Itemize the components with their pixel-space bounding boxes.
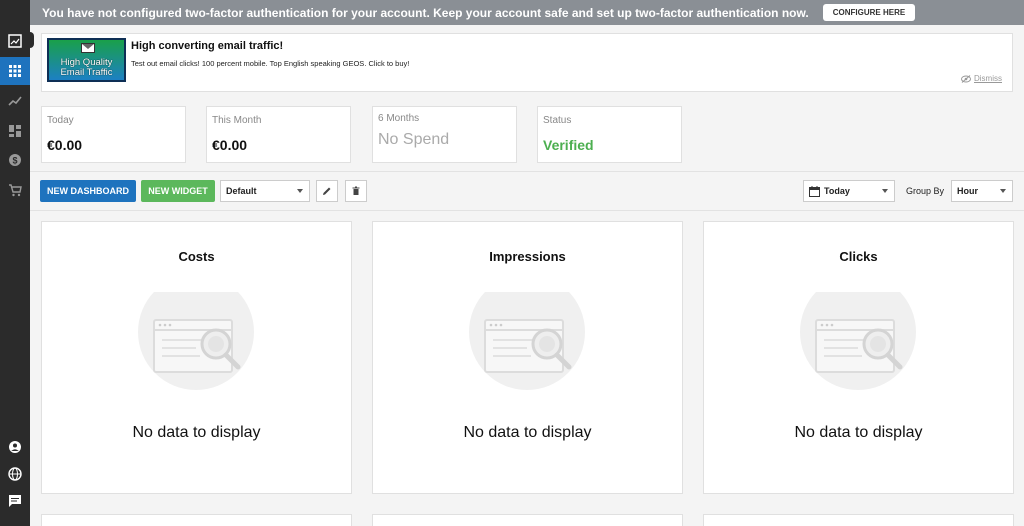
new-widget-button[interactable]: NEW WIDGET: [141, 180, 215, 202]
stat-card-status: Status Verified: [537, 106, 682, 163]
ad-banner[interactable]: High Quality Email Traffic High converti…: [41, 33, 1013, 92]
globe-icon: [8, 467, 22, 481]
dashboard-icon: [9, 125, 21, 137]
date-range-value: Today: [824, 186, 850, 196]
status-verified-value: Verified: [543, 137, 594, 153]
sidebar-item-dashboard[interactable]: [0, 57, 30, 85]
no-data-illustration-icon: [800, 292, 916, 390]
sidebar-item-account[interactable]: [0, 433, 30, 461]
pencil-icon: [323, 187, 331, 195]
account-icon: [9, 441, 21, 453]
widget-empty-text: No data to display: [794, 424, 923, 441]
edit-dashboard-button[interactable]: [316, 180, 338, 202]
ad-image[interactable]: High Quality Email Traffic: [47, 38, 126, 82]
date-range-select[interactable]: Today: [803, 180, 895, 202]
grid-icon: [9, 65, 21, 77]
stat-value: No Spend: [378, 131, 450, 148]
widget-impressions: Impressions No data to display: [372, 221, 683, 494]
trending-icon: [8, 96, 22, 106]
widget-partial: [372, 514, 683, 526]
group-by-select[interactable]: Hour: [951, 180, 1013, 202]
dashboard-select[interactable]: Default: [220, 180, 310, 202]
configure-2fa-button[interactable]: CONFIGURE HERE: [822, 4, 916, 21]
ad-dismiss-label: Dismiss: [974, 74, 1002, 83]
svg-text:$: $: [12, 156, 17, 166]
widget-title: Costs: [178, 249, 215, 264]
dollar-icon: $: [9, 154, 21, 166]
ad-title[interactable]: High converting email traffic!: [131, 40, 283, 52]
stat-label: Today: [47, 115, 74, 126]
no-data-illustration-icon: [469, 292, 585, 390]
stat-value: €0.00: [47, 137, 83, 153]
cart-icon: [9, 184, 22, 197]
two-factor-banner: You have not configured two-factor authe…: [30, 0, 1024, 25]
ad-dismiss-link[interactable]: Dismiss: [961, 74, 1002, 83]
ad-description[interactable]: Test out email clicks! 100 percent mobil…: [131, 59, 409, 68]
chevron-down-icon: [297, 189, 303, 193]
widget-clicks: Clicks No data to display: [703, 221, 1014, 494]
chat-icon: [9, 495, 21, 507]
sidebar-item-stats[interactable]: [0, 87, 30, 115]
stat-label: This Month: [212, 115, 262, 126]
stat-card-this-month: This Month €0.00: [206, 106, 351, 163]
stat-label: Status: [543, 115, 572, 126]
stat-card-today: Today €0.00: [41, 106, 186, 163]
stat-card-six-months: 6 Months No Spend: [372, 106, 517, 163]
stat-label: 6 Months: [378, 113, 420, 124]
widget-title: Impressions: [489, 249, 566, 264]
trash-icon: [352, 186, 360, 195]
widget-partial: [703, 514, 1014, 526]
widget-empty-text: No data to display: [132, 424, 261, 441]
widget-partial: [41, 514, 352, 526]
delete-dashboard-button[interactable]: [345, 180, 367, 202]
chevron-down-icon: [1000, 189, 1006, 193]
new-dashboard-button[interactable]: NEW DASHBOARD: [40, 180, 136, 202]
sidebar-item-widgets[interactable]: [0, 117, 30, 145]
widget-empty-text: No data to display: [463, 424, 592, 441]
widget-title: Clicks: [839, 249, 878, 264]
widget-costs: Costs No data to display: [41, 221, 352, 494]
sidebar-item-support[interactable]: [0, 487, 30, 515]
sidebar: $: [0, 0, 30, 526]
banner-message: You have not configured two-factor authe…: [42, 5, 809, 20]
image-icon: [8, 34, 22, 48]
sidebar-item-language[interactable]: [0, 460, 30, 488]
sidebar-item-billing[interactable]: $: [0, 146, 30, 174]
no-data-illustration-icon: [138, 292, 254, 390]
group-by-value: Hour: [957, 186, 978, 196]
calendar-icon: [809, 186, 820, 197]
group-by-label: Group By: [906, 186, 945, 196]
chevron-down-icon: [882, 189, 888, 193]
envelope-icon: [81, 43, 95, 53]
stat-value: €0.00: [212, 137, 248, 153]
dashboard-select-value: Default: [226, 186, 257, 196]
sidebar-item-media[interactable]: [0, 27, 30, 55]
ad-image-line: Email Traffic: [60, 67, 113, 78]
sidebar-toggle-handle[interactable]: [30, 32, 34, 48]
sidebar-item-shop[interactable]: [0, 176, 30, 204]
dashboard-toolbar: NEW DASHBOARD NEW WIDGET Default Today G…: [30, 171, 1024, 211]
eye-slash-icon: [961, 74, 971, 83]
